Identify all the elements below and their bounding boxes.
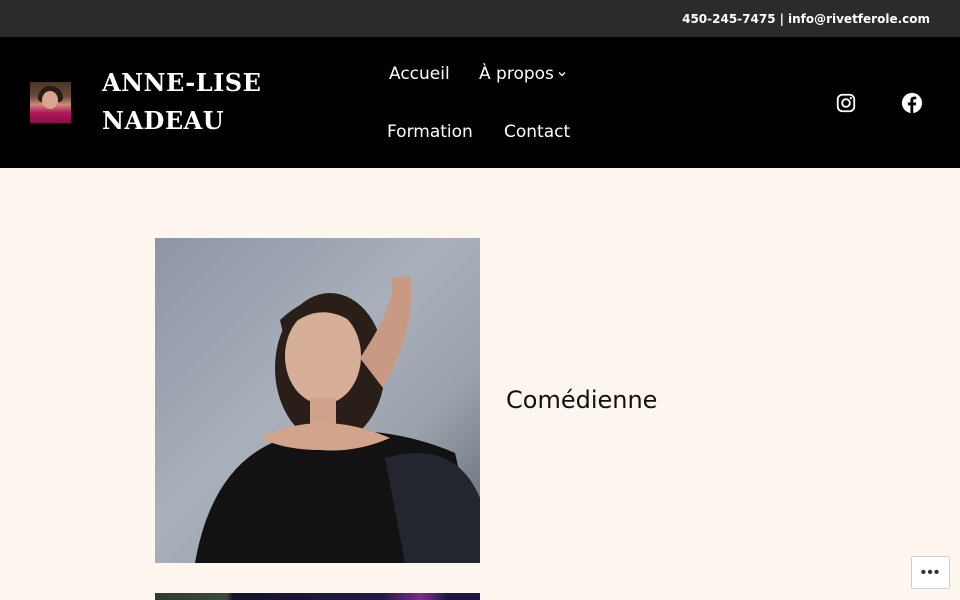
site-logo[interactable]	[30, 82, 71, 123]
portrait-photo	[155, 238, 480, 563]
site-title[interactable]: ANNE-LISE NADEAU	[102, 64, 302, 140]
contact-separator: |	[779, 11, 784, 26]
phone-number[interactable]: 450-245-7475	[682, 12, 775, 26]
nav-item-apropos-label: À propos	[479, 64, 554, 84]
role-caption: Comédienne	[506, 386, 658, 414]
nav-item-accueil[interactable]: Accueil	[389, 64, 450, 84]
site-title-line2: NADEAU	[102, 106, 225, 135]
chevron-down-icon	[558, 72, 566, 77]
site-title-line1: ANNE-LISE	[102, 68, 262, 97]
more-options-button[interactable]: •••	[911, 556, 950, 589]
ellipsis-icon: •••	[920, 563, 941, 581]
site-header: ANNE-LISE NADEAU Accueil À propos Format…	[0, 37, 960, 168]
logo-face	[42, 91, 58, 109]
nav-item-apropos[interactable]: À propos	[479, 64, 567, 84]
email-link[interactable]: info@rivetferole.com	[788, 12, 930, 26]
instagram-icon[interactable]	[835, 92, 857, 114]
nav-item-contact[interactable]: Contact	[504, 122, 570, 142]
contact-bar: 450-245-7475 | info@rivetferole.com	[0, 0, 960, 37]
facebook-icon[interactable]	[901, 92, 923, 114]
stage-photo	[155, 593, 480, 600]
nav-item-formation[interactable]: Formation	[387, 122, 473, 142]
